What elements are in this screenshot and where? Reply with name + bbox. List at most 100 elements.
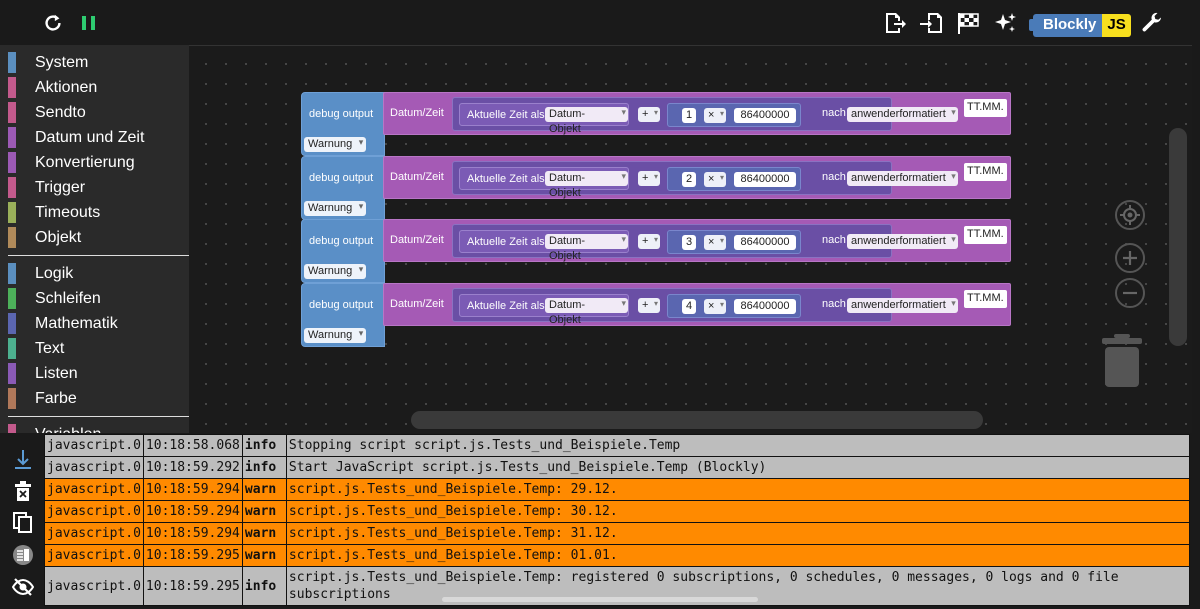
toolbox-category-timeouts[interactable]: Timeouts xyxy=(0,200,189,225)
output-format-dropdown[interactable]: anwenderformatiert xyxy=(847,169,958,186)
toolbox-category-konvertierung[interactable]: Konvertierung xyxy=(0,150,189,175)
log-level-dropdown[interactable]: Warnung xyxy=(304,262,367,279)
day-offset-number[interactable]: 3 xyxy=(682,235,696,250)
date-format-block[interactable]: Datum/Zeit Aktuelle Zeit als Datum-Objek… xyxy=(383,92,1011,135)
pause-icon[interactable] xyxy=(76,10,102,36)
debug-output-block[interactable]: debug output Warnung Datum/Zeit Aktuelle… xyxy=(301,156,1021,220)
blockly-badge-label: Blockly xyxy=(1028,14,1103,37)
toolbox-category-label: Datum und Zeit xyxy=(35,128,145,146)
debug-output-block[interactable]: debug output Warnung Datum/Zeit Aktuelle… xyxy=(301,283,1021,347)
nach-label: nach xyxy=(822,107,846,119)
format-pattern-field[interactable]: TT.MM. xyxy=(964,163,1007,181)
checkered-flag-icon[interactable] xyxy=(955,10,981,36)
toolbox-category-trigger[interactable]: Trigger xyxy=(0,175,189,200)
toolbox-category-schleifen[interactable]: Schleifen xyxy=(0,286,189,311)
time-type-dropdown[interactable]: Datum-Objekt xyxy=(545,169,628,199)
current-time-label: Aktuelle Zeit als xyxy=(467,236,545,248)
log-level-dropdown[interactable]: Warnung xyxy=(304,135,367,152)
toolbox-category-logik[interactable]: Logik xyxy=(0,261,189,286)
log-level-dropdown[interactable]: Warnung xyxy=(304,326,367,343)
debug-block-label: debug output xyxy=(309,172,374,184)
toolbox-category-aktionen[interactable]: Aktionen xyxy=(0,75,189,100)
export-icon[interactable] xyxy=(882,10,908,36)
toolbox-separator xyxy=(8,255,189,256)
plus-operator-dropdown[interactable]: + xyxy=(638,296,660,313)
debug-output-block[interactable]: debug output Warnung Datum/Zeit Aktuelle… xyxy=(301,92,1021,156)
date-format-label: Datum/Zeit xyxy=(390,234,444,246)
blockly-js-toggle[interactable]: Blockly JS xyxy=(1028,14,1131,37)
toolbox-category-label: Objekt xyxy=(35,228,82,246)
toolbox-category-text[interactable]: Text xyxy=(0,336,189,361)
magic-sparkle-icon[interactable] xyxy=(992,10,1018,36)
times-operator-dropdown[interactable]: × xyxy=(704,297,726,314)
format-pattern-field[interactable]: TT.MM. xyxy=(964,226,1007,244)
toolbox-category-datum-und-zeit[interactable]: Datum und Zeit xyxy=(0,125,189,150)
blockly-editor: Blockly JS System Aktionen Sendto Datum und… xyxy=(0,0,1200,609)
clear-log-icon[interactable] xyxy=(11,479,35,503)
time-type-dropdown[interactable]: Datum-Objekt xyxy=(545,105,628,135)
workspace-vertical-scrollbar[interactable] xyxy=(1169,128,1187,346)
current-time-block[interactable]: Aktuelle Zeit als Datum-Objekt xyxy=(459,294,629,326)
date-format-block[interactable]: Datum/Zeit Aktuelle Zeit als Datum-Objek… xyxy=(383,283,1011,326)
ms-per-day-number[interactable]: 86400000 xyxy=(734,299,796,314)
plus-operator-dropdown[interactable]: + xyxy=(638,169,660,186)
wrench-icon[interactable] xyxy=(1139,10,1165,36)
output-format-dropdown[interactable]: anwenderformatiert xyxy=(847,105,958,122)
output-format-dropdown[interactable]: anwenderformatiert xyxy=(847,232,958,249)
log-sev-cell: warn xyxy=(241,478,287,501)
log-src-cell: javascript.0 xyxy=(44,522,144,545)
reload-icon[interactable] xyxy=(40,10,66,36)
import-icon[interactable] xyxy=(918,10,944,36)
toolbox-category-label: Listen xyxy=(35,364,78,382)
zoom-in-icon[interactable] xyxy=(1115,243,1145,273)
trash-icon[interactable] xyxy=(1100,333,1144,389)
times-operator-dropdown[interactable]: × xyxy=(704,106,726,123)
toolbox-category-label: System xyxy=(35,53,89,71)
log-time-cell: 10:18:58.068 xyxy=(142,434,243,457)
time-type-dropdown[interactable]: Datum-Objekt xyxy=(545,232,628,262)
toolbox-category-farbe[interactable]: Farbe xyxy=(0,386,189,411)
toolbox-category-mathematik[interactable]: Mathematik xyxy=(0,311,189,336)
format-pattern-field[interactable]: TT.MM. xyxy=(964,290,1007,308)
day-offset-number[interactable]: 2 xyxy=(682,172,696,187)
ms-per-day-number[interactable]: 86400000 xyxy=(734,172,796,187)
current-time-block[interactable]: Aktuelle Zeit als Datum-Objekt xyxy=(459,103,629,135)
day-offset-number[interactable]: 1 xyxy=(682,108,696,123)
ms-per-day-number[interactable]: 86400000 xyxy=(734,108,796,123)
toolbox-category-objekt[interactable]: Objekt xyxy=(0,225,189,250)
multiply-block[interactable]: 2 × 86400000 xyxy=(667,167,801,191)
debug-output-block[interactable]: debug output Warnung Datum/Zeit Aktuelle… xyxy=(301,219,1021,283)
toolbox-category-sendto[interactable]: Sendto xyxy=(0,100,189,125)
log-level-dropdown[interactable]: Warnung xyxy=(304,199,367,216)
hide-eye-icon[interactable] xyxy=(11,575,35,599)
format-pattern-field[interactable]: TT.MM. xyxy=(964,99,1007,117)
recenter-icon[interactable] xyxy=(1115,200,1145,230)
ms-per-day-number[interactable]: 86400000 xyxy=(734,235,796,250)
time-type-dropdown[interactable]: Datum-Objekt xyxy=(545,296,628,326)
date-format-block[interactable]: Datum/Zeit Aktuelle Zeit als Datum-Objek… xyxy=(383,156,1011,199)
log-msg-cell: script.js.Tests_und_Beispiele.Temp: 30.1… xyxy=(285,500,1191,523)
toolbox-category-system[interactable]: System xyxy=(0,50,189,75)
log-sev-cell: warn xyxy=(241,500,287,523)
multiply-block[interactable]: 1 × 86400000 xyxy=(667,103,801,127)
blockly-workspace[interactable]: debug output Warnung Datum/Zeit Aktuelle… xyxy=(189,45,1192,433)
toolbox-category-label: Text xyxy=(35,339,65,357)
multiply-block[interactable]: 3 × 86400000 xyxy=(667,230,801,254)
toolbox-category-listen[interactable]: Listen xyxy=(0,361,189,386)
log-format-icon[interactable] xyxy=(11,543,35,567)
date-format-block[interactable]: Datum/Zeit Aktuelle Zeit als Datum-Objek… xyxy=(383,219,1011,262)
plus-operator-dropdown[interactable]: + xyxy=(638,105,660,122)
current-time-block[interactable]: Aktuelle Zeit als Datum-Objekt xyxy=(459,167,629,199)
times-operator-dropdown[interactable]: × xyxy=(704,170,726,187)
day-offset-number[interactable]: 4 xyxy=(682,299,696,314)
scroll-to-bottom-icon[interactable] xyxy=(11,447,35,471)
current-time-block[interactable]: Aktuelle Zeit als Datum-Objekt xyxy=(459,230,629,262)
copy-icon[interactable] xyxy=(11,511,35,535)
multiply-block[interactable]: 4 × 86400000 xyxy=(667,294,801,318)
zoom-out-icon[interactable] xyxy=(1115,278,1145,308)
plus-operator-dropdown[interactable]: + xyxy=(638,232,660,249)
workspace-horizontal-scrollbar[interactable] xyxy=(411,411,983,429)
output-format-dropdown[interactable]: anwenderformatiert xyxy=(847,296,958,313)
log-sev-cell: info xyxy=(241,456,287,479)
times-operator-dropdown[interactable]: × xyxy=(704,233,726,250)
